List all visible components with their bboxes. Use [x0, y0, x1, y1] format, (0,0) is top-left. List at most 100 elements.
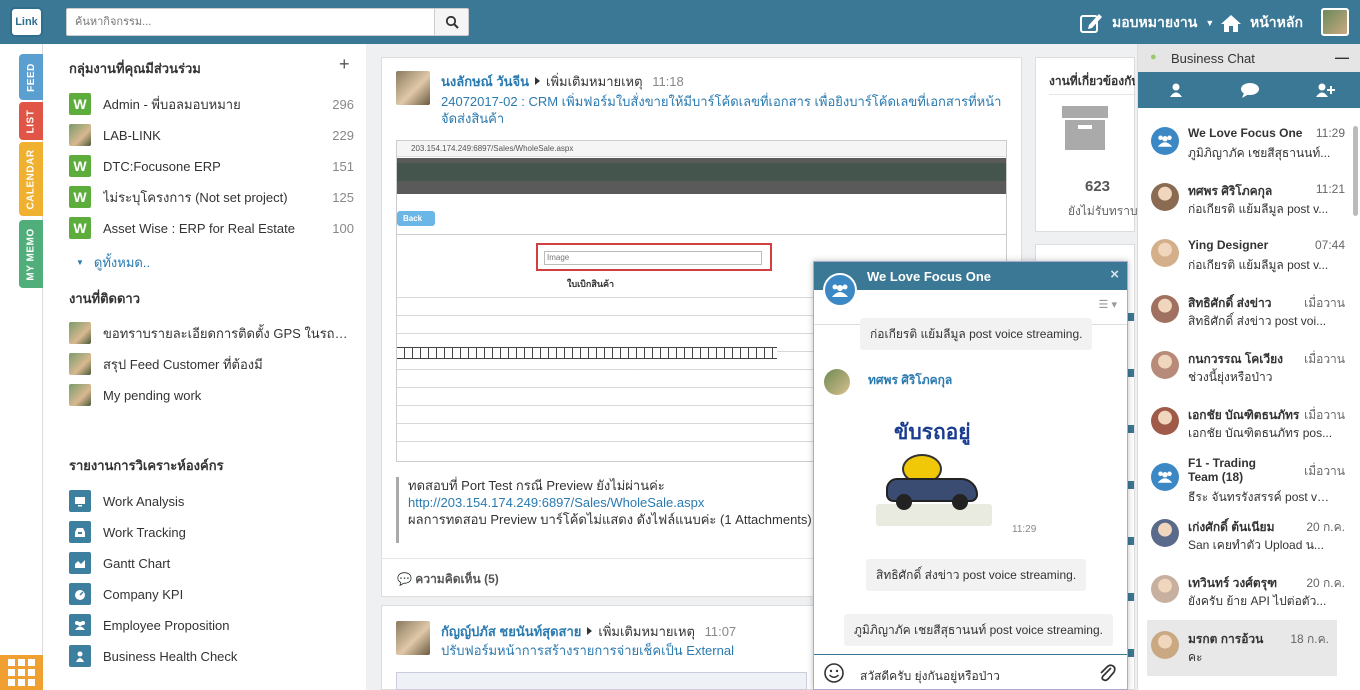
user-avatar[interactable] [1321, 8, 1349, 36]
chat-list-item[interactable]: สิทธิศักดิ์ ส่งข่าว เมื่อวาน สิทธิศักดิ์ ส… [1138, 284, 1353, 340]
group-item[interactable]: W ไม่ระบุโครงการ (Not set project) 125 [69, 185, 354, 209]
tab-list[interactable]: LIST [19, 102, 43, 140]
report-business-health[interactable]: Business Health Check [69, 644, 354, 668]
chat-list-item[interactable]: ทศพร ศิริโภคกุล 11:21 ก่อเกียรติ แย้มลีมูล… [1138, 172, 1353, 228]
business-chat-panel: ● Business Chat — We Love Focus One 11:29… [1137, 44, 1360, 690]
group-photo [69, 124, 91, 146]
contact-avatar [1151, 183, 1179, 211]
chat-preview: คะ [1188, 650, 1203, 664]
w-icon: W [69, 217, 91, 239]
chat-preview: ธีระ จันทรรังสรรค์ post vo... [1188, 490, 1333, 504]
starred-item[interactable]: สรุป Feed Customer ที่ต้องมี [69, 352, 354, 376]
group-icon [1157, 471, 1173, 483]
post-author-avatar[interactable] [396, 71, 430, 105]
chat-time: 20 ก.ค. [1306, 576, 1345, 590]
chat-list-item[interactable]: Ying Designer 07:44 ก่อเกียรติ แย้มลีมูล p… [1138, 228, 1353, 284]
emoji-icon[interactable] [823, 662, 845, 684]
group-item[interactable]: LAB-LINK 229 [69, 123, 354, 147]
add-group-button[interactable]: + [339, 54, 350, 75]
contact-avatar [1151, 295, 1179, 323]
arrow-right-icon [535, 77, 541, 85]
report-label: Gantt Chart [103, 555, 171, 571]
starred-label: สรุป Feed Customer ที่ต้องมี [103, 356, 263, 372]
report-employee-proposition[interactable]: Employee Proposition [69, 613, 354, 637]
report-work-tracking[interactable]: Work Tracking [69, 520, 354, 544]
chat-contact-name: F1 - Trading Team (18) [1188, 456, 1257, 484]
unacknowledged-count[interactable]: 623 [1085, 178, 1110, 195]
post-attachment-image[interactable] [396, 672, 807, 690]
search-icon [445, 15, 459, 29]
area-chart-icon [69, 552, 91, 574]
post-author-avatar[interactable] [396, 621, 430, 655]
sticker-image: ขับรถอยู่ [876, 408, 994, 530]
chat-list-item[interactable]: เอกชัย บัณฑิตธนภัทร เมื่อวาน เอกชัย บัณฑิต… [1138, 396, 1353, 452]
report-company-kpi[interactable]: Company KPI [69, 582, 354, 606]
comments-link[interactable]: 💬 ความคิดเห็น (5) [397, 570, 499, 589]
post-title-link[interactable]: 24072017-02 : CRM เพิ่มฟอร์มใบสั่งขายให้… [441, 93, 1006, 127]
starred-label: My pending work [103, 387, 202, 403]
post-title-link[interactable]: ปรับฟอร์มหน้าการสร้างรายการจ่ายเช็คเป็น … [441, 642, 811, 659]
contact-avatar [1151, 407, 1179, 435]
chat-message: สิทธิศักดิ์ ส่งข่าว post voice streaming… [866, 559, 1087, 591]
groups-title: กลุ่มงานที่คุณมีส่วนร่วม [69, 61, 201, 76]
home-link[interactable]: หน้าหลัก [1220, 12, 1303, 34]
scrollbar-thumb[interactable] [1353, 126, 1358, 216]
chat-input[interactable]: สวัสดีครับ ยุ่งกันอยู่หรือป่าว [860, 667, 1000, 686]
chat-menu-icon[interactable]: ☰ ▾ [1099, 298, 1117, 311]
post-header: นงลักษณ์ วันจีน เพิ่มเติมหมายเหตุ 11:18 [441, 71, 684, 92]
chat-list-item[interactable]: มรกต การอ้วน 18 ก.ค. คะ [1147, 620, 1337, 676]
starred-item[interactable]: My pending work [69, 383, 354, 407]
contacts-tab-icon[interactable] [1168, 82, 1184, 98]
chat-time: 11:29 [1315, 126, 1345, 140]
post-author-link[interactable]: นงลักษณ์ วันจีน [441, 74, 529, 89]
post-time: 11:07 [704, 624, 737, 639]
starred-item[interactable]: ขอทราบรายละเอียดการติดตั้ง GPS ในรถโค... [69, 321, 354, 345]
chat-preview: ก่อเกียรติ แย้มลีมูล post v... [1188, 258, 1329, 272]
chat-list-item[interactable]: เทวินทร์ วงศ์ตรุฑ 20 ก.ค. ยังครับ ย้าย API… [1138, 564, 1353, 620]
chat-list-item[interactable]: เก่งศักดิ์ ต้นเนียม 20 ก.ค. San เคยทำตัว U… [1138, 508, 1353, 564]
group-item[interactable]: W Asset Wise : ERP for Real Estate 100 [69, 216, 354, 240]
tab-list-label: LIST [25, 109, 37, 133]
chat-message: ภูมิภิญาภัค เชยสีสุธานนท์ post voice str… [844, 614, 1113, 646]
contact-avatar [1151, 239, 1179, 267]
add-user-tab-icon[interactable] [1314, 82, 1336, 98]
chat-list-item[interactable]: กนกวรรณ โคเวียง เมื่อวาน ช่วงนี้ยุ่งหรือป่… [1138, 340, 1353, 396]
group-item[interactable]: W Admin - พี่บอลมอบหมาย 296 [69, 92, 354, 116]
chat-list-item[interactable]: F1 - Trading Team (18) เมื่อวาน ธีระ จันทร… [1138, 452, 1353, 508]
close-icon[interactable]: × [1110, 266, 1119, 283]
search-button[interactable] [434, 9, 468, 35]
arrow-right-icon [587, 627, 593, 635]
tab-calendar[interactable]: CALENDAR [19, 142, 43, 216]
quote-link[interactable]: http://203.154.174.249:6897/Sales/WholeS… [408, 494, 816, 511]
apps-grid-button[interactable] [0, 655, 43, 690]
chat-time: เมื่อวาน [1304, 296, 1345, 310]
sender-avatar[interactable] [824, 369, 850, 395]
post-action: เพิ่มเติมหมายเหตุ [546, 74, 643, 89]
minimize-button[interactable]: — [1335, 49, 1349, 65]
search-input[interactable] [67, 9, 435, 35]
group-item[interactable]: W DTC:Focusone ERP 151 [69, 154, 354, 178]
post-author-link[interactable]: กัญญ์ปภัส ชยนันท์สุดสาย [441, 624, 581, 639]
report-gantt-chart[interactable]: Gantt Chart [69, 551, 354, 575]
assign-menu[interactable]: มอบหมายงาน ▼ [1080, 12, 1214, 34]
attachment-icon[interactable] [1098, 662, 1116, 687]
see-all-groups-link[interactable]: ▼ ดูทั้งหมด.. [76, 252, 150, 273]
reports-title: รายงานการวิเคราะห์องค์กร [69, 458, 224, 473]
report-work-analysis[interactable]: Work Analysis [69, 489, 354, 513]
starred-title: งานที่ติดดาว [69, 291, 141, 306]
chat-list-item[interactable]: We Love Focus One 11:29 ภูมิภิญาภัค เชยสีส… [1138, 116, 1353, 172]
inbox-icon [69, 521, 91, 543]
post-comment-quote: ทดสอบที่ Port Test กรณี Preview ยังไม่ผ่… [396, 477, 816, 543]
tab-my-memo[interactable]: MY MEMO [19, 220, 43, 288]
tab-feed[interactable]: FEED [19, 54, 43, 100]
group-label: Asset Wise : ERP for Real Estate [103, 220, 295, 236]
post-header: กัญญ์ปภัส ชยนันท์สุดสาย เพิ่มเติมหมายเหตุ… [441, 621, 736, 642]
sender-name[interactable]: ทศพร ศิริโภคกุล [868, 371, 952, 390]
link-logo[interactable]: Link [10, 7, 43, 37]
chats-tab-icon[interactable] [1240, 82, 1260, 98]
screenshot-header-band [397, 163, 1006, 181]
chat-contact-name: สิทธิศักดิ์ ส่งข่าว [1188, 296, 1272, 310]
chat-window: We Love Focus One × ☰ ▾ ก่อเกียรติ แย้มล… [813, 261, 1128, 690]
home-icon [1221, 14, 1241, 32]
group-icon [1157, 135, 1173, 147]
